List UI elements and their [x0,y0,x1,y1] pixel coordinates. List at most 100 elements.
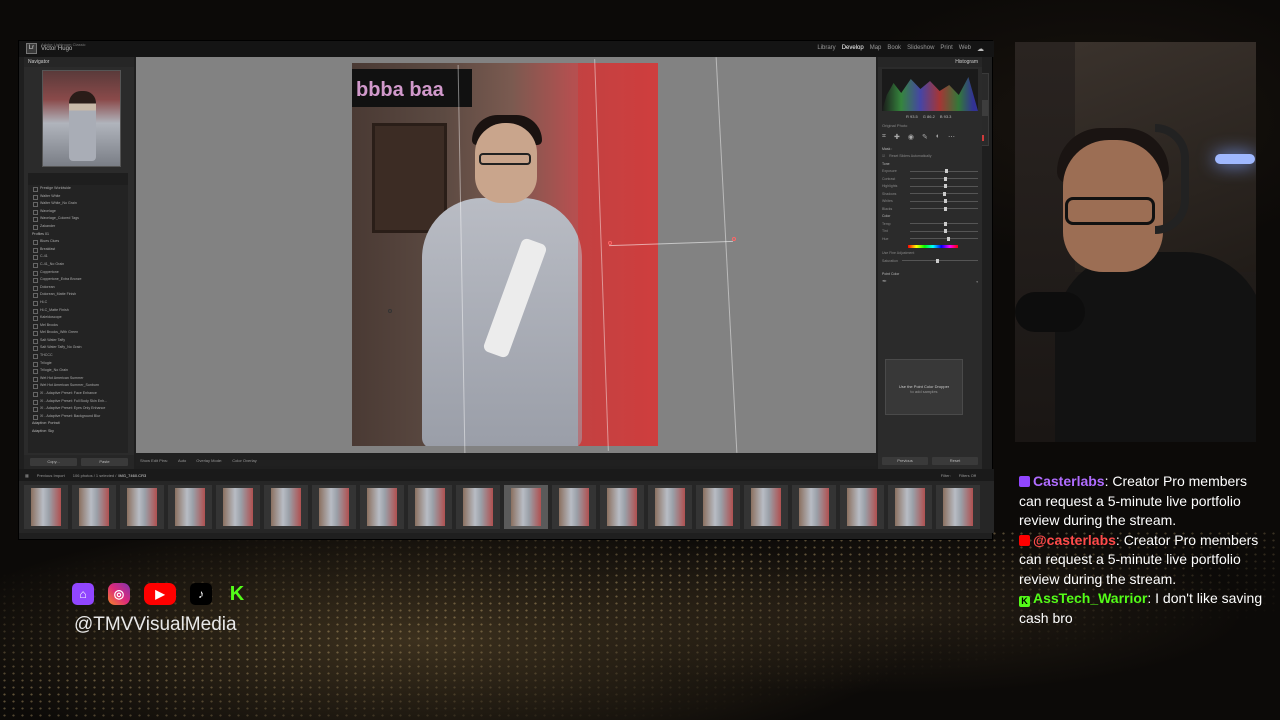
heal-icon[interactable]: ✚ [894,133,900,141]
slider-row[interactable]: Shadows [882,190,978,198]
preset-group[interactable]: Adaptive: Sky [28,428,128,436]
module-develop[interactable]: Develop [842,45,864,53]
preset-group[interactable]: Adaptive: Portrait [28,420,128,428]
filmstrip-thumbnail[interactable] [504,485,548,529]
preset-item[interactable]: Wavelage_Colored Tags [28,215,128,223]
slider-track[interactable] [910,221,978,226]
reset-sliders-checkbox[interactable]: ☑ [882,154,885,158]
filmstrip-thumbnail[interactable] [456,485,500,529]
preset-item[interactable]: Walter White [28,193,128,201]
filmstrip-thumbnail[interactable] [408,485,452,529]
paste-button[interactable]: Paste [81,458,128,466]
overlay-mode-select[interactable]: Color Overlay [232,458,256,463]
filmstrip-thumbnail[interactable] [792,485,836,529]
preset-item[interactable]: Coppertone_Extra Bronze [28,276,128,284]
preset-item[interactable]: Prestige Worldwide [28,185,128,193]
preset-item[interactable]: Walter White_No Grain [28,200,128,208]
previous-button[interactable]: Previous [882,457,928,465]
redeye-icon[interactable]: ◉ [908,133,914,141]
preset-item[interactable]: Mel Brooks [28,322,128,330]
slider-knob[interactable] [944,206,947,211]
preset-item[interactable]: Trilogie [28,360,128,368]
navigator-preview[interactable] [42,70,121,167]
saturation-knob[interactable] [936,258,940,263]
slider-row[interactable]: Highlights [882,183,978,191]
crop-icon[interactable]: ⌗ [882,133,886,141]
slider-row[interactable]: Exposure [882,168,978,176]
slider-row[interactable]: Tint [882,228,978,236]
saturation-track[interactable] [901,258,978,263]
show-edit-pins-select[interactable]: Auto [178,458,186,463]
grid-view-icon[interactable]: ▦ [25,473,29,478]
preset-item[interactable]: Salt Water Taffy [28,337,128,345]
filmstrip-thumbnail[interactable] [72,485,116,529]
slider-track[interactable] [910,184,978,189]
brush-icon[interactable]: ✎ [922,133,928,141]
filmstrip-thumbnail[interactable] [120,485,164,529]
slider-row[interactable]: Whites [882,198,978,206]
preset-item[interactable]: Wet Hot American Summer [28,375,128,383]
preset-item[interactable]: Coppertone [28,269,128,277]
filmstrip-thumbnail[interactable] [888,485,932,529]
slider-track[interactable] [910,176,978,181]
filmstrip-thumbnail[interactable] [696,485,740,529]
reset-button[interactable]: Reset [932,457,978,465]
preset-item[interactable]: Wet Hot American Summer_Sunburn [28,382,128,390]
slider-row[interactable]: Blacks [882,205,978,213]
slider-knob[interactable] [945,169,949,174]
color-section-header[interactable]: Color [882,213,978,221]
filmstrip-thumbnail[interactable] [24,485,68,529]
copy-button[interactable]: Copy... [30,458,77,466]
tone-section-header[interactable]: Tone [882,160,978,168]
image-canvas[interactable]: bbba baa Masks Create New Mask [136,57,989,453]
navigator-header[interactable]: Navigator [24,57,134,67]
filmstrip-thumbnail[interactable] [360,485,404,529]
filmstrip-thumbnail[interactable] [936,485,980,529]
module-library[interactable]: Library [817,45,835,53]
saturation-row[interactable]: Saturation [882,257,978,265]
preset-item[interactable]: C-41_No Grain [28,261,128,269]
preset-item[interactable]: Dolorean [28,284,128,292]
module-web[interactable]: Web [959,45,971,53]
presets-icon[interactable]: ⋯ [948,133,955,141]
preset-item[interactable]: Kaleidoscope [28,314,128,322]
fine-adjustment-row[interactable]: Use Fine Adjustment [882,250,978,258]
slider-knob[interactable] [944,199,947,204]
filmstrip-thumbnail[interactable] [312,485,356,529]
point-color-samples[interactable]: Use the Point Color Dropper to add sampl… [885,359,963,415]
slider-knob[interactable] [944,176,947,181]
cloud-sync-icon[interactable]: ☁ [977,45,984,53]
slider-track[interactable] [910,169,978,174]
slider-knob[interactable] [944,184,947,189]
preset-group[interactable]: Profiles 01 [28,231,128,239]
masking-icon[interactable]: ◐ [936,133,940,141]
preset-item[interactable]: Hi-C [28,299,128,307]
preset-item[interactable]: Salt Water Taffy_No Grain [28,344,128,352]
slider-knob[interactable] [944,221,947,226]
preset-item[interactable]: C-41 [28,253,128,261]
filter-select[interactable]: Filters Off [959,473,976,478]
slider-row[interactable]: Contrast [882,175,978,183]
preset-item[interactable]: Dolorean_Matte Finish [28,291,128,299]
mask-pin-handle[interactable] [732,237,736,241]
point-color-header[interactable]: Point Color [882,271,978,279]
dropper-menu-icon[interactable]: ▾ [976,280,978,284]
presets-header[interactable] [28,173,128,185]
slider-track[interactable] [910,236,978,241]
filmstrip-thumbnail[interactable] [264,485,308,529]
preset-item[interactable]: Wavelage [28,208,128,216]
preset-item[interactable]: XI - Adaptive Preset: Background Blur [28,413,128,421]
preset-item[interactable]: Trilogie_No Grain [28,367,128,375]
photo-preview[interactable]: bbba baa [352,63,658,446]
module-print[interactable]: Print [940,45,952,53]
module-book[interactable]: Book [887,45,901,53]
preset-item[interactable]: XI - Adaptive Preset: Full Body Skin Enh… [28,398,128,406]
filmstrip-thumbnail[interactable] [216,485,260,529]
slider-row[interactable]: Temp [882,220,978,228]
slider-track[interactable] [910,199,978,204]
preset-item[interactable]: Blues Clues [28,238,128,246]
gradient-guide-line[interactable] [715,57,738,453]
eyedropper-icon[interactable]: ✒ [882,278,887,285]
hue-bar[interactable] [908,244,958,248]
slider-track[interactable] [910,206,978,211]
